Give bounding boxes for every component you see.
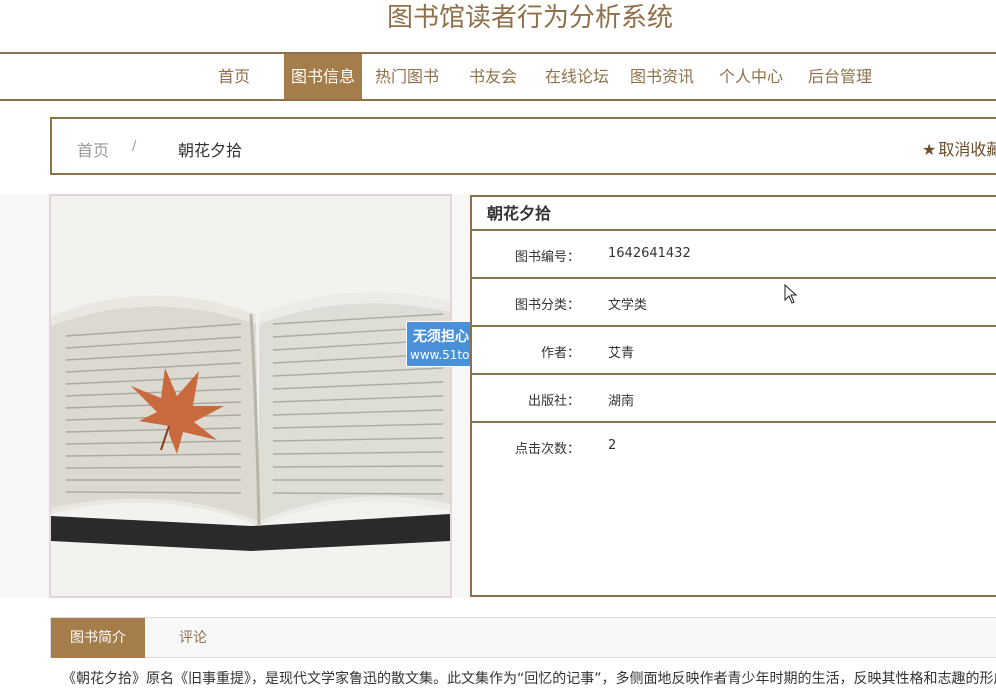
info-value: 艾青 (608, 346, 635, 361)
breadcrumb-current: 朝花夕拾 (178, 141, 243, 160)
info-row-click-count: 点击次数： 2 (472, 423, 996, 471)
nav-book-info[interactable]: 图书信息 (284, 54, 362, 99)
tab-comments[interactable]: 评论 (179, 618, 207, 658)
nav-hot-books[interactable]: 热门图书 (369, 54, 445, 99)
nav-home[interactable]: 首页 (209, 54, 259, 99)
breadcrumb: 首页 / 朝花夕拾 ★ 取消收藏 (50, 117, 996, 175)
breadcrumb-separator: / (132, 139, 137, 154)
info-label: 出版社： (527, 394, 580, 409)
mouse-pointer-icon (784, 283, 798, 308)
star-icon: ★ (922, 140, 937, 159)
book-info-panel: 朝花夕拾 图书编号： 1642641432 图书分类： 文学类 作者： 艾青 出… (470, 195, 996, 597)
info-label: 图书分类： (514, 298, 580, 313)
nav-personal-center[interactable]: 个人中心 (713, 54, 789, 99)
info-value: 1642641432 (608, 246, 691, 261)
info-value: 文学类 (608, 298, 648, 313)
info-label: 点击次数： (514, 442, 580, 457)
nav-book-news[interactable]: 图书资讯 (624, 54, 700, 99)
tab-book-intro[interactable]: 图书简介 (51, 618, 145, 658)
unfavorite-button[interactable]: ★ 取消收藏 (922, 136, 996, 160)
nav-book-club[interactable]: 书友会 (462, 54, 524, 99)
info-label: 图书编号： (514, 250, 580, 265)
info-row-author: 作者： 艾青 (472, 327, 996, 375)
info-label: 作者： (540, 346, 580, 361)
site-title: 图书馆读者行为分析系统 (386, 3, 673, 33)
info-row-category: 图书分类： 文学类 (472, 279, 996, 327)
info-value: 2 (608, 438, 617, 453)
book-cover-image (49, 194, 452, 598)
main-navbar: 首页 图书信息 热门图书 书友会 在线论坛 图书资讯 个人中心 后台管理 (0, 52, 996, 101)
info-value: 湖南 (608, 394, 635, 409)
info-row-book-id: 图书编号： 1642641432 (472, 231, 996, 279)
info-row-publisher: 出版社： 湖南 (472, 375, 996, 423)
detail-tabs: 图书简介 评论 (50, 617, 996, 658)
book-title: 朝花夕拾 (472, 197, 996, 231)
nav-admin[interactable]: 后台管理 (802, 54, 878, 99)
unfavorite-label: 取消收藏 (938, 140, 996, 159)
nav-forum[interactable]: 在线论坛 (539, 54, 615, 99)
breadcrumb-home-link[interactable]: 首页 (77, 137, 109, 161)
book-intro-text: 《朝花夕拾》原名《旧事重提》，是现代文学家鲁迅的散文集。此文集作为“回忆的记事”… (62, 671, 996, 687)
